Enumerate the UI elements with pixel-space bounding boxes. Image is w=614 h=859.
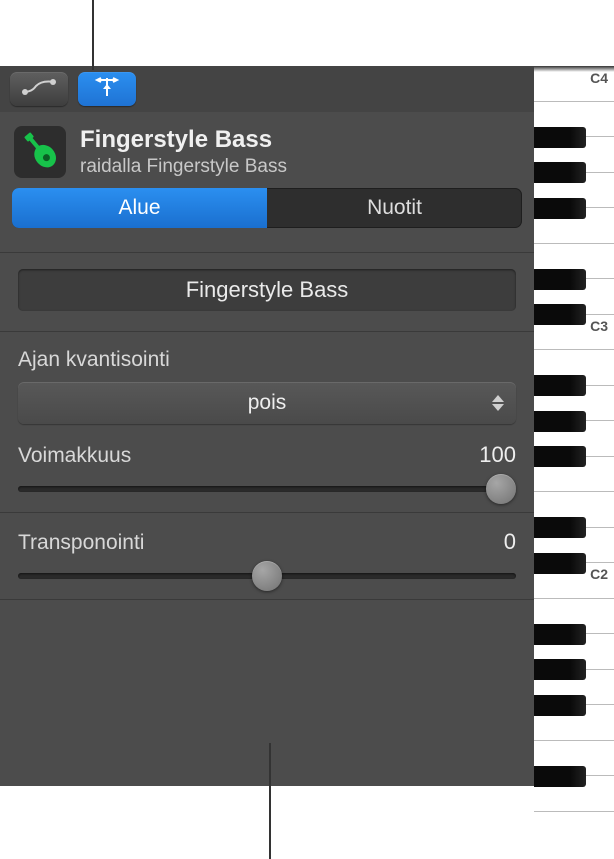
instrument-icon (14, 126, 66, 178)
transpose-section: Transponointi 0 (0, 513, 534, 600)
header-titles: Fingerstyle Bass raidalla Fingerstyle Ba… (80, 126, 287, 178)
toolbar (0, 66, 534, 112)
black-key[interactable] (534, 517, 586, 538)
black-key[interactable] (534, 766, 586, 787)
quantize-label: Ajan kvantisointi (18, 348, 516, 372)
black-key[interactable] (534, 659, 586, 680)
region-header: Fingerstyle Bass raidalla Fingerstyle Ba… (0, 112, 534, 188)
black-key[interactable] (534, 553, 586, 574)
black-key[interactable] (534, 269, 586, 290)
black-key[interactable] (534, 162, 586, 183)
black-key[interactable] (534, 127, 586, 148)
strength-value: 100 (479, 442, 516, 468)
black-key[interactable] (534, 304, 586, 325)
region-name-field[interactable]: Fingerstyle Bass (18, 269, 516, 311)
piano-shade (534, 66, 614, 72)
strength-slider[interactable] (18, 486, 516, 492)
transpose-slider-thumb[interactable] (252, 561, 282, 591)
chevron-up-down-icon (492, 395, 504, 411)
octave-label-c3: C3 (590, 318, 608, 334)
black-key[interactable] (534, 695, 586, 716)
black-key[interactable] (534, 446, 586, 467)
quantize-section: Ajan kvantisointi pois Voimakkuus 100 (0, 332, 534, 513)
callout-line-bottom (269, 743, 271, 859)
black-key[interactable] (534, 411, 586, 432)
strength-label: Voimakkuus (18, 444, 131, 468)
black-key[interactable] (534, 624, 586, 645)
automation-curve-button[interactable] (10, 72, 68, 106)
main-panel: Fingerstyle Bass raidalla Fingerstyle Ba… (0, 66, 534, 786)
octave-label-c4: C4 (590, 70, 608, 86)
track-title: raidalla Fingerstyle Bass (80, 156, 287, 178)
transpose-row: Transponointi 0 (18, 529, 516, 555)
tab-region[interactable]: Alue (12, 188, 267, 228)
catch-icon (93, 76, 121, 103)
quantize-select[interactable]: pois (18, 382, 516, 424)
catch-playhead-button[interactable] (78, 72, 136, 106)
tab-notes[interactable]: Nuotit (267, 188, 522, 228)
piano-keyboard[interactable]: C4 C3 C2 {"top":0,"whiteH":35.5,"count":… (534, 66, 614, 786)
transpose-label: Transponointi (18, 531, 144, 555)
quantize-value: pois (248, 391, 287, 415)
black-key[interactable] (534, 375, 586, 396)
region-title: Fingerstyle Bass (80, 126, 287, 154)
strength-row: Voimakkuus 100 (18, 442, 516, 468)
region-name-section: Fingerstyle Bass (0, 252, 534, 332)
transpose-slider[interactable] (18, 573, 516, 579)
octave-label-c2: C2 (590, 566, 608, 582)
bass-icon (18, 128, 62, 177)
automation-icon (22, 78, 56, 101)
black-key[interactable] (534, 198, 586, 219)
strength-slider-thumb[interactable] (486, 474, 516, 504)
transpose-value: 0 (504, 529, 516, 555)
tab-bar: Alue Nuotit (12, 188, 522, 228)
callout-line-top (92, 0, 94, 70)
editor-inspector-window: Fingerstyle Bass raidalla Fingerstyle Ba… (0, 66, 614, 786)
